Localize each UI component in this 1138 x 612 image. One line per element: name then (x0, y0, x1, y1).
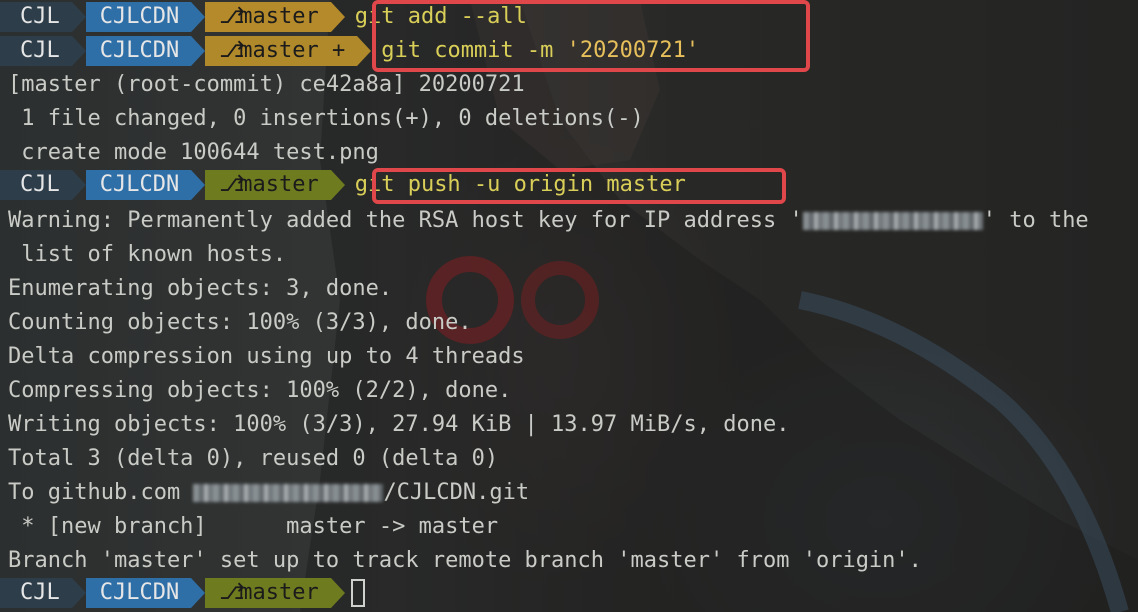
prompt-user: CJL (0, 2, 72, 32)
segment-arrow-icon (330, 170, 345, 200)
segment-arrow-icon (191, 170, 206, 200)
output-warning-cont: list of known hosts. (8, 242, 287, 267)
redacted-ip (802, 212, 983, 230)
segment-arrow-icon (191, 36, 206, 66)
prompt-branch: ⎇master (205, 578, 331, 608)
prompt-user: CJL (0, 36, 72, 66)
output-delta: Delta compression using up to 4 threads (8, 344, 525, 369)
prompt-dir: CJLCDN (85, 170, 192, 200)
redacted-username (193, 484, 384, 502)
prompt-dir: CJLCDN (85, 578, 192, 608)
output-create-mode: create mode 100644 test.png (8, 140, 379, 165)
output-branch-setup: Branch 'master' set up to track remote b… (8, 548, 922, 573)
segment-arrow-icon (357, 36, 372, 66)
prompt-dir: CJLCDN (85, 2, 192, 32)
output-enumerating: Enumerating objects: 3, done. (8, 276, 393, 301)
output-compressing: Compressing objects: 100% (2/2), done. (8, 378, 512, 403)
output-warning: Warning: Permanently added the RSA host … (8, 208, 1089, 233)
output-commit-result: [master (root-commit) ce42a8a] 20200721 (8, 72, 525, 97)
segment-arrow-icon (330, 2, 345, 32)
dirty-mark: + (331, 38, 346, 63)
segment-arrow-icon (71, 578, 86, 608)
prompt-line-4[interactable]: CJL CJLCDN ⎇master (0, 576, 365, 610)
prompt-dir: CJLCDN (85, 36, 192, 66)
output-writing: Writing objects: 100% (3/3), 27.94 KiB |… (8, 412, 790, 437)
segment-arrow-icon (71, 2, 86, 32)
output-counting: Counting objects: 100% (3/3), done. (8, 310, 472, 335)
terminal-window[interactable]: CJL CJLCDN ⎇master git add --all CJL CJL… (0, 0, 1138, 612)
highlight-box-commit (372, 0, 810, 72)
output-total: Total 3 (delta 0), reused 0 (delta 0) (8, 446, 499, 471)
prompt-branch: ⎇master + (205, 36, 358, 66)
git-branch-icon: ⎇ (219, 38, 245, 63)
segment-arrow-icon (71, 170, 86, 200)
terminal-cursor[interactable] (350, 579, 365, 607)
segment-arrow-icon (191, 578, 206, 608)
git-branch-icon: ⎇ (219, 172, 245, 197)
prompt-user: CJL (0, 170, 72, 200)
segment-arrow-icon (191, 2, 206, 32)
segment-arrow-icon (330, 578, 345, 608)
prompt-branch: ⎇master (205, 170, 331, 200)
output-to-remote: To github.com /CJLCDN.git (8, 480, 530, 505)
prompt-user: CJL (0, 578, 72, 608)
segment-arrow-icon (71, 36, 86, 66)
git-branch-icon: ⎇ (219, 4, 245, 29)
output-new-branch: * [new branch] master -> master (8, 514, 499, 539)
output-changes: 1 file changed, 0 insertions(+), 0 delet… (8, 106, 644, 131)
git-branch-icon: ⎇ (219, 580, 245, 605)
highlight-box-push (372, 168, 786, 204)
prompt-branch: ⎇master (205, 2, 331, 32)
